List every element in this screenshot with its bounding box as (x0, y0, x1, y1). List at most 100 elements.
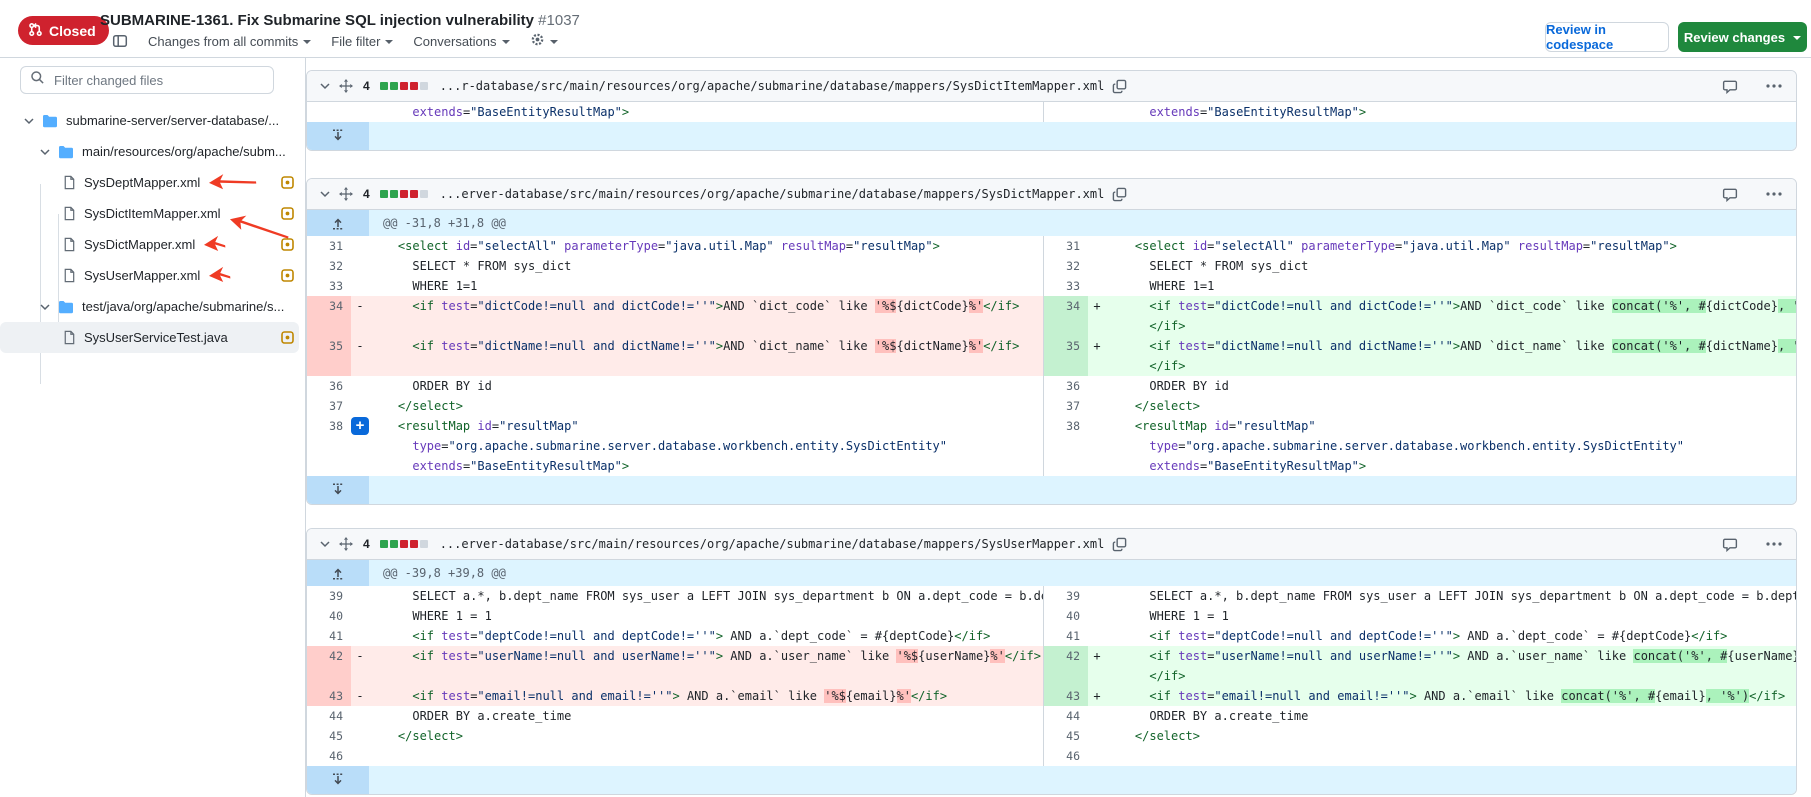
code-cell[interactable]: <resultMap id="resultMap" type="org.apac… (369, 416, 1043, 476)
conversations-menu[interactable]: Conversations (413, 34, 509, 49)
code-cell[interactable]: </select> (369, 396, 1043, 416)
code-cell[interactable]: extends="BaseEntityResultMap"> (369, 102, 1043, 122)
chevron-down-icon[interactable] (22, 115, 36, 127)
code-line[interactable]: <if test="dictName!=null and dictName!='… (1106, 336, 1797, 356)
line-number[interactable]: 46 (307, 746, 351, 766)
drag-handle-icon[interactable] (339, 79, 353, 93)
code-cell[interactable]: WHERE 1=1 (1106, 276, 1796, 296)
code-cell[interactable]: SELECT * FROM sys_dict (369, 256, 1043, 276)
code-line[interactable]: <if test="deptCode!=null and deptCode!='… (1106, 626, 1796, 646)
code-line[interactable]: <if test="email!=null and email!=''"> AN… (369, 686, 1043, 706)
code-line[interactable]: SELECT * FROM sys_dict (1106, 256, 1796, 276)
drag-handle-icon[interactable] (339, 537, 353, 551)
add-comment-button[interactable]: + (351, 417, 369, 435)
line-number[interactable]: 42 (307, 646, 351, 686)
line-number[interactable]: 39 (1044, 586, 1088, 606)
code-line[interactable]: </if> (1106, 356, 1797, 376)
line-number[interactable]: 39 (307, 586, 351, 606)
code-line[interactable]: <if test="dictCode!=null and dictCode!='… (369, 296, 1043, 316)
line-number[interactable] (307, 102, 351, 122)
code-line[interactable]: extends="BaseEntityResultMap"> (1106, 102, 1796, 122)
code-cell[interactable]: <if test="dictCode!=null and dictCode!='… (1106, 296, 1797, 336)
line-number[interactable]: 45 (307, 726, 351, 746)
code-line[interactable]: <select id="selectAll" parameterType="ja… (1106, 236, 1796, 256)
line-number[interactable]: 42 (1044, 646, 1088, 686)
code-line[interactable]: <if test="userName!=null and userName!='… (369, 646, 1043, 666)
code-cell[interactable]: <if test="dictCode!=null and dictCode!='… (369, 296, 1043, 336)
code-line[interactable]: </if> (1106, 316, 1797, 336)
code-cell[interactable]: <resultMap id="resultMap" type="org.apac… (1106, 416, 1796, 476)
line-number[interactable]: 34 (1044, 296, 1088, 336)
code-cell[interactable]: </select> (1106, 396, 1796, 416)
code-cell[interactable]: <if test="email!=null and email!=''"> AN… (1106, 686, 1796, 706)
line-number[interactable]: 33 (307, 276, 351, 296)
code-cell[interactable]: <if test="userName!=null and userName!='… (1106, 646, 1797, 686)
code-line[interactable]: <if test="dictCode!=null and dictCode!='… (1106, 296, 1797, 316)
code-cell[interactable]: SELECT a.*, b.dept_name FROM sys_user a … (1106, 586, 1797, 606)
code-line[interactable]: <resultMap id="resultMap" (1106, 416, 1796, 436)
expand-down-button[interactable] (307, 476, 369, 504)
line-number[interactable]: 37 (1044, 396, 1088, 416)
comment-icon[interactable] (1722, 537, 1738, 552)
kebab-menu-icon[interactable] (1766, 84, 1782, 88)
tree-file-sysusermapper-xml[interactable]: SysUserMapper.xml (0, 260, 299, 291)
tree-folder-test-java-org-apache-submarine-s-[interactable]: test/java/org/apache/submarine/s... (0, 291, 299, 322)
code-line[interactable]: <if test="deptCode!=null and deptCode!='… (369, 626, 1043, 646)
line-number[interactable]: 31 (1044, 236, 1088, 256)
code-line[interactable]: ORDER BY a.create_time (369, 706, 1043, 726)
code-line[interactable]: ORDER BY id (1106, 376, 1796, 396)
tree-folder-submarine-server-server-database-[interactable]: submarine-server/server-database/... (0, 105, 299, 136)
tree-file-sysdictmapper-xml[interactable]: SysDictMapper.xml (0, 229, 299, 260)
code-cell[interactable]: <if test="deptCode!=null and deptCode!='… (369, 626, 1043, 646)
code-line[interactable]: </select> (1106, 396, 1796, 416)
code-cell[interactable]: SELECT a.*, b.dept_name FROM sys_user a … (369, 586, 1043, 606)
copy-path-icon[interactable] (1112, 187, 1127, 202)
line-number[interactable] (1044, 102, 1088, 122)
code-cell[interactable]: ORDER BY a.create_time (369, 706, 1043, 726)
code-cell[interactable]: WHERE 1=1 (369, 276, 1043, 296)
line-number[interactable]: 36 (307, 376, 351, 396)
code-line[interactable]: <select id="selectAll" parameterType="ja… (369, 236, 1043, 256)
sidebar-toggle-icon[interactable] (112, 33, 128, 49)
line-number[interactable]: 44 (1044, 706, 1088, 726)
line-number[interactable]: 45 (1044, 726, 1088, 746)
code-cell[interactable]: WHERE 1 = 1 (369, 606, 1043, 626)
copy-path-icon[interactable] (1112, 537, 1127, 552)
code-line[interactable]: WHERE 1 = 1 (369, 606, 1043, 626)
drag-handle-icon[interactable] (339, 187, 353, 201)
code-line[interactable]: type="org.apache.submarine.server.databa… (1106, 436, 1796, 456)
line-number[interactable]: 33 (1044, 276, 1088, 296)
file-filter-menu[interactable]: File filter (331, 34, 393, 49)
code-line[interactable]: </select> (1106, 726, 1796, 746)
line-number[interactable]: 40 (307, 606, 351, 626)
code-line[interactable]: extends="BaseEntityResultMap"> (1106, 456, 1796, 476)
line-number[interactable]: 43 (1044, 686, 1088, 706)
code-cell[interactable]: ORDER BY id (1106, 376, 1796, 396)
code-cell[interactable]: <if test="email!=null and email!=''"> AN… (369, 686, 1043, 706)
diff-settings-menu[interactable] (530, 32, 558, 50)
line-number[interactable]: 38 (1044, 416, 1088, 476)
line-number[interactable]: 46 (1044, 746, 1088, 766)
tree-folder-main-resources-org-apache-subm-[interactable]: main/resources/org/apache/subm... (0, 136, 299, 167)
code-line[interactable]: ORDER BY a.create_time (1106, 706, 1796, 726)
code-line[interactable] (1106, 746, 1796, 766)
commits-menu[interactable]: Changes from all commits (148, 34, 311, 49)
code-cell[interactable]: <if test="dictName!=null and dictName!='… (1106, 336, 1797, 376)
code-cell[interactable]: <select id="selectAll" parameterType="ja… (1106, 236, 1796, 256)
comment-icon[interactable] (1722, 187, 1738, 202)
code-line[interactable]: WHERE 1=1 (1106, 276, 1796, 296)
collapse-file-chevron-icon[interactable] (319, 538, 331, 550)
review-in-codespace-button[interactable]: Review in codespace (1545, 22, 1669, 52)
code-line[interactable]: SELECT a.*, b.dept_name FROM sys_user a … (369, 586, 1043, 606)
code-line[interactable]: WHERE 1=1 (369, 276, 1043, 296)
tree-file-sysdictitemmapper-xml[interactable]: SysDictItemMapper.xml (0, 198, 299, 229)
expand-down-button[interactable] (307, 122, 369, 150)
code-cell[interactable]: ORDER BY id (369, 376, 1043, 396)
code-line[interactable]: </select> (369, 396, 1043, 416)
comment-icon[interactable] (1722, 79, 1738, 94)
code-line[interactable]: </if> (1106, 666, 1797, 686)
code-line[interactable]: extends="BaseEntityResultMap"> (369, 456, 1043, 476)
line-number[interactable]: 40 (1044, 606, 1088, 626)
code-line[interactable]: <if test="userName!=null and userName!='… (1106, 646, 1797, 666)
collapse-file-chevron-icon[interactable] (319, 80, 331, 92)
